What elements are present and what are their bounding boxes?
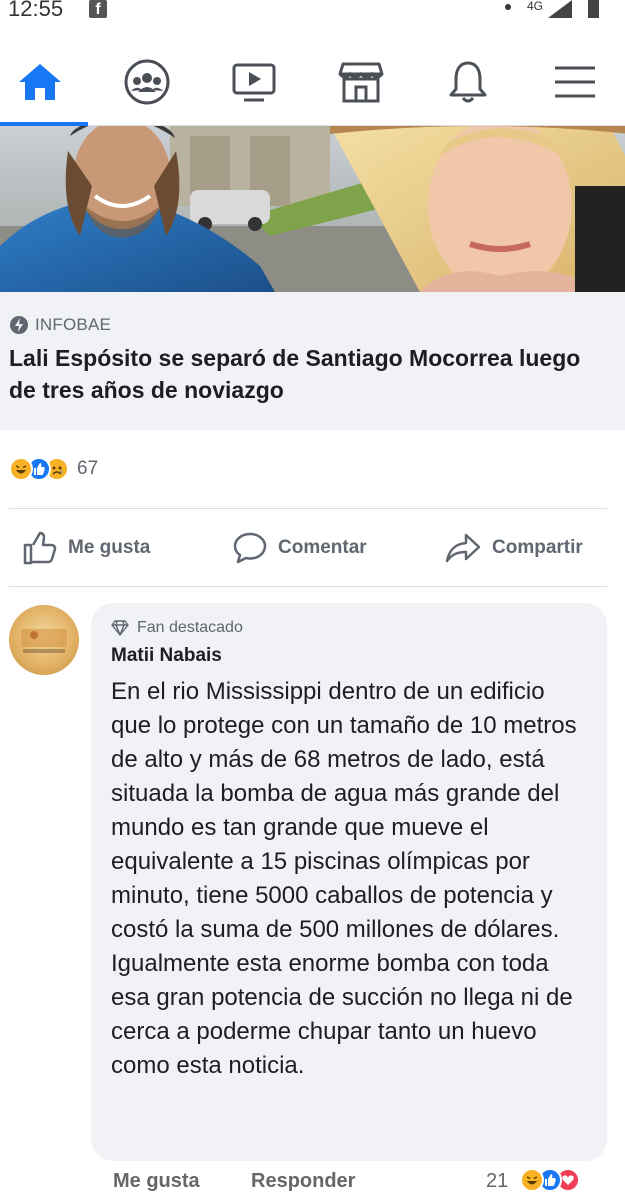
- article-headline[interactable]: Lali Espósito se separó de Santiago Moco…: [9, 342, 609, 406]
- top-fan-badge: Fan destacado: [111, 619, 243, 637]
- share-arrow-icon: [445, 533, 481, 563]
- menu-tab[interactable]: [547, 58, 603, 106]
- link-preview-image[interactable]: [0, 126, 625, 292]
- comment-button-label: Comentar: [278, 537, 367, 558]
- divider-top: [9, 508, 607, 509]
- link-source: INFOBAE: [9, 315, 111, 335]
- top-fan-label: Fan destacado: [137, 619, 243, 636]
- post-reactions-summary[interactable]: 67: [9, 455, 98, 483]
- couple-photo: [0, 126, 625, 292]
- haha-reaction-icon: [9, 457, 33, 481]
- groups-icon: [124, 59, 170, 105]
- bell-icon: [449, 61, 487, 103]
- battery-icon: [588, 0, 599, 18]
- notifications-tab[interactable]: [440, 58, 496, 106]
- comment-text: En el rio Mississippi dentro de un edifi…: [111, 678, 577, 1079]
- share-button-label: Compartir: [492, 537, 583, 558]
- commenter-name[interactable]: Matii Nabais: [111, 645, 222, 667]
- comment-reactions[interactable]: [520, 1168, 580, 1192]
- link-preview-info[interactable]: INFOBAE Lali Espósito se separó de Santi…: [0, 292, 625, 430]
- top-navigation: [0, 40, 625, 126]
- watch-tab[interactable]: [226, 58, 282, 106]
- status-time: 12:55: [8, 0, 64, 21]
- avatar-image: [21, 629, 67, 653]
- haha-reaction-icon: [520, 1168, 544, 1192]
- like-button[interactable]: Me gusta: [22, 530, 150, 566]
- marketplace-tab[interactable]: [333, 58, 389, 106]
- instant-article-bolt-icon: [10, 316, 28, 334]
- comment-reaction-count: 21: [486, 1170, 509, 1192]
- home-icon: [19, 64, 61, 100]
- commenter-avatar[interactable]: [9, 605, 79, 675]
- comment-footer: Me gusta Responder 21: [0, 1166, 625, 1200]
- status-dot-icon: [505, 4, 511, 10]
- comment-reply-link[interactable]: Responder: [251, 1170, 355, 1193]
- marketplace-icon: [338, 62, 384, 103]
- network-type: 4G: [527, 0, 544, 13]
- facebook-notification-icon: f: [89, 0, 107, 18]
- post-actions: Me gusta Comentar Compartir: [0, 520, 625, 578]
- thumbs-up-icon: [23, 531, 57, 565]
- comment-button[interactable]: Comentar: [232, 530, 367, 566]
- link-source-label: INFOBAE: [35, 315, 112, 334]
- watch-icon: [232, 63, 276, 102]
- share-button[interactable]: Compartir: [444, 530, 583, 566]
- comment-bubble-icon: [233, 532, 267, 564]
- divider-bottom: [9, 586, 607, 587]
- home-tab[interactable]: [12, 58, 68, 106]
- status-bar: 12:55 f 4G: [0, 0, 625, 28]
- hamburger-menu-icon: [555, 66, 595, 98]
- groups-tab[interactable]: [119, 58, 175, 106]
- comment-like-link[interactable]: Me gusta: [113, 1170, 200, 1193]
- comment-bubble[interactable]: Fan destacado Matii Nabais En el rio Mis…: [91, 603, 607, 1161]
- diamond-icon: [111, 620, 129, 636]
- signal-icon: [548, 0, 572, 18]
- like-button-label: Me gusta: [68, 537, 151, 558]
- reaction-count: 67: [77, 458, 99, 479]
